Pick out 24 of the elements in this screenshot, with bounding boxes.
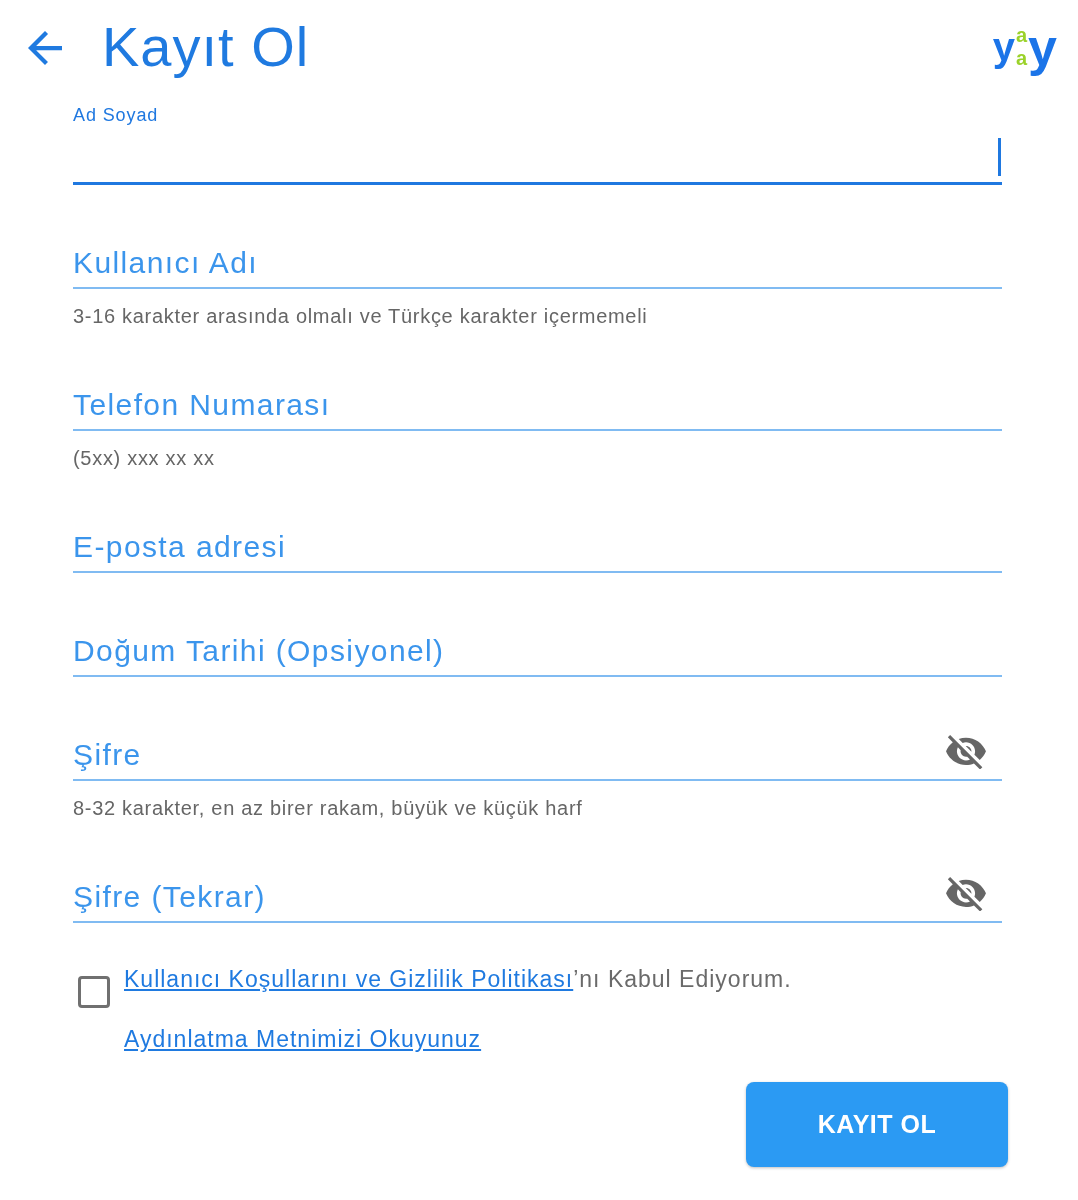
text-field[interactable]: Kullanıcı Adı <box>73 204 1002 289</box>
password-field[interactable]: Şifre <box>73 696 1002 781</box>
text-field[interactable]: Doğum Tarihi (Opsiyonel) <box>73 592 1002 677</box>
text-cursor-icon <box>998 138 1001 176</box>
logo-letter: a <box>1015 24 1028 47</box>
page-title: Kayıt Ol <box>102 15 310 80</box>
logo-letter: y <box>1028 17 1057 79</box>
notice-link[interactable]: Aydınlatma Metnimizi Okuyunuz <box>124 1025 482 1053</box>
text-field[interactable]: E-posta adresi <box>73 488 1002 573</box>
register-button[interactable]: KAYIT OL <box>746 1082 1008 1167</box>
helper-text: (5xx) xxx xx xx <box>73 447 216 469</box>
helper-text: 3-16 karakter arasında olmalı ve Türkçe karakter içermemeli <box>73 305 649 327</box>
eye-off-icon[interactable] <box>946 876 986 911</box>
logo-letter: a <box>1015 47 1028 70</box>
helper-text: 8-32 karakter, en az birer rakam, büyük ve küçük harf <box>73 797 584 819</box>
eye-off-icon[interactable] <box>946 734 986 769</box>
logo-letter: y <box>992 24 1015 72</box>
password-field[interactable]: Şifre (Tekrar) <box>73 838 1002 923</box>
text-field[interactable]: Telefon Numarası <box>73 346 1002 431</box>
back-arrow-icon[interactable] <box>28 30 62 65</box>
terms-link[interactable]: Kullanıcı Koşullarını ve Gizlilik Politikası <box>124 966 574 992</box>
terms-text: Kullanıcı Koşullarını ve Gizlilik Politikası’nı Kabul Ediyorum. <box>124 965 792 993</box>
text-field[interactable]: Ad Soyad <box>73 100 1002 185</box>
checkbox[interactable] <box>78 976 110 1008</box>
